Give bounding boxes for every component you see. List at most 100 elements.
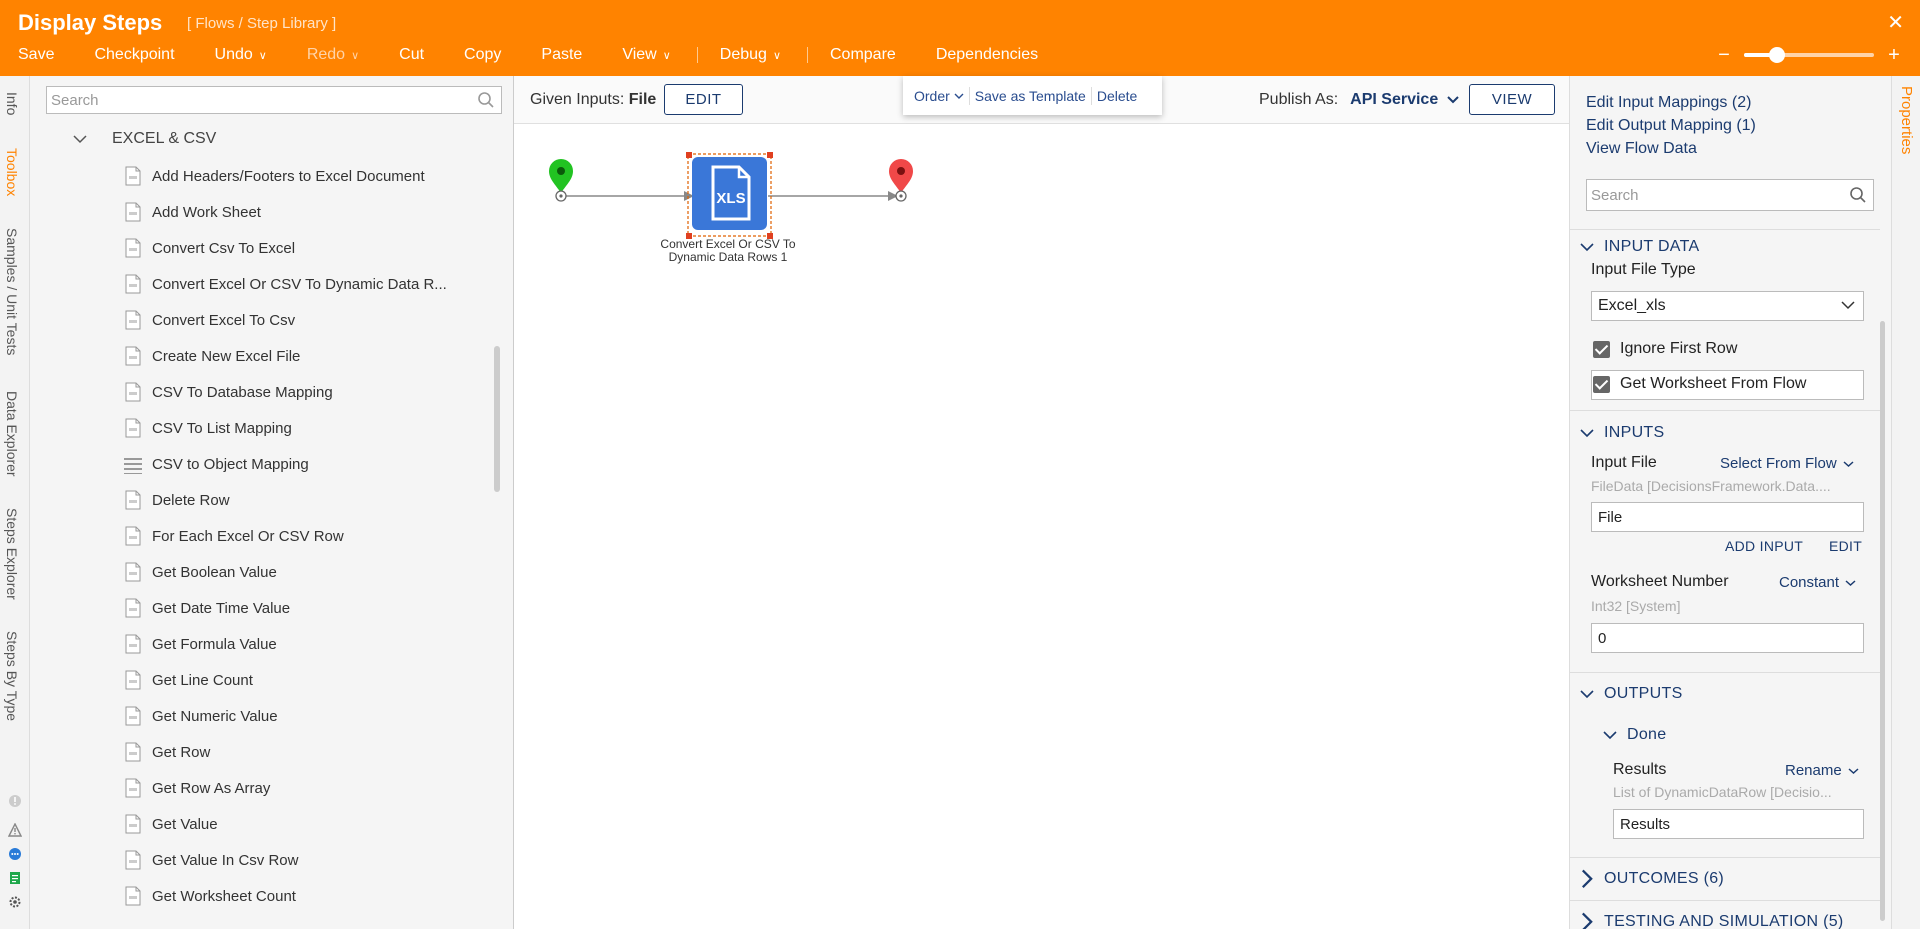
outcomes-header[interactable]: OUTCOMES (6) [1580, 869, 1724, 889]
results-label: Results [1613, 761, 1667, 778]
worksheet-mode-dropdown[interactable]: Constant [1779, 574, 1856, 591]
excel-file-icon [125, 310, 141, 330]
step-list-item[interactable]: Get Row As Array [124, 770, 504, 806]
debug-menu[interactable]: Debug ∨ [720, 46, 781, 64]
chat-icon[interactable] [8, 847, 22, 861]
save-button[interactable]: Save [18, 46, 54, 64]
get-worksheet-label: Get Worksheet From Flow [1620, 375, 1807, 392]
settings-icon[interactable] [8, 895, 22, 909]
tab-steps-by-type[interactable]: Steps By Type [4, 631, 20, 721]
ignore-first-row-checkbox[interactable]: Ignore First Row [1593, 340, 1737, 358]
dependencies-button[interactable]: Dependencies [936, 46, 1038, 64]
warning-icon[interactable] [8, 823, 22, 837]
zoom-slider[interactable] [1744, 47, 1874, 63]
step-list-item[interactable]: Get Boolean Value [124, 554, 504, 590]
compare-button[interactable]: Compare [830, 46, 896, 64]
step-list-item[interactable]: Get Formula Value [124, 626, 504, 662]
edit-input-mappings-link[interactable]: Edit Input Mappings (2) [1586, 94, 1751, 112]
tab-samples-unit-tests[interactable]: Samples / Unit Tests [4, 228, 20, 355]
publish-dropdown[interactable]: API Service [1350, 91, 1460, 109]
step-label: Get Value [152, 815, 218, 833]
view-flow-data-link[interactable]: View Flow Data [1586, 140, 1697, 158]
zoom-slider-handle[interactable] [1768, 47, 1785, 63]
tab-steps-explorer[interactable]: Steps Explorer [4, 508, 20, 600]
excel-file-icon [125, 706, 141, 726]
properties-scrollbar[interactable] [1880, 321, 1885, 921]
properties-search-input[interactable] [1587, 180, 1873, 210]
zoom-out-icon[interactable]: − [1714, 44, 1734, 67]
get-worksheet-checkbox[interactable]: Get Worksheet From Flow [1593, 375, 1806, 393]
app-header: Display Steps [ Flows / Step Library ] ✕… [0, 0, 1920, 76]
delete-button[interactable]: Delete [1097, 88, 1137, 104]
step-list-item[interactable]: Get Date Time Value [124, 590, 504, 626]
step-list-item[interactable]: CSV to Object Mapping [124, 446, 504, 482]
step-list-item[interactable]: Get Value In Csv Row [124, 842, 504, 878]
view-menu[interactable]: View ∨ [622, 46, 670, 64]
add-input-link[interactable]: ADD INPUT [1725, 538, 1803, 554]
step-list-item[interactable]: Add Work Sheet [124, 194, 504, 230]
tab-toolbox[interactable]: Toolbox [4, 148, 20, 196]
results-name-field[interactable]: Results [1613, 809, 1864, 839]
step-list-item[interactable]: Get Worksheet Count [124, 878, 504, 914]
tab-properties[interactable]: Properties [1898, 86, 1915, 154]
step-label: Convert Excel To Csv [152, 311, 296, 329]
input-file-type-select[interactable]: Excel_xls [1591, 291, 1864, 321]
cut-button[interactable]: Cut [399, 46, 424, 64]
input-data-header[interactable]: INPUT DATA [1580, 238, 1699, 256]
edit-input-link[interactable]: EDIT [1829, 538, 1862, 554]
step-node-label[interactable]: Convert Excel Or CSV To Dynamic Data Row… [645, 238, 811, 264]
excel-file-icon [125, 562, 141, 582]
copy-button[interactable]: Copy [464, 46, 501, 64]
zoom-in-icon[interactable]: + [1884, 44, 1904, 67]
undo-button[interactable]: Undo ∨ [215, 46, 267, 64]
done-outcome-header[interactable]: Done [1603, 726, 1666, 744]
worksheet-number-label: Worksheet Number [1591, 573, 1729, 590]
category-excel-csv[interactable]: EXCEL & CSV [72, 130, 216, 148]
tab-data-explorer[interactable]: Data Explorer [4, 391, 20, 477]
document-icon[interactable] [8, 871, 22, 885]
step-node-icon-text: XLS [716, 190, 745, 207]
step-list-item[interactable]: Get Value [124, 806, 504, 842]
edit-inputs-button[interactable]: EDIT [664, 84, 743, 115]
input-file-mode-dropdown[interactable]: Select From Flow [1720, 455, 1854, 472]
step-list-item[interactable]: Get Row [124, 734, 504, 770]
close-icon[interactable]: ✕ [1887, 10, 1904, 35]
info-icon[interactable] [8, 794, 22, 808]
edit-output-mapping-link[interactable]: Edit Output Mapping (1) [1586, 117, 1756, 135]
inputs-header[interactable]: INPUTS [1580, 424, 1664, 442]
breadcrumb[interactable]: [ Flows / Step Library ] [187, 15, 336, 32]
step-list-item[interactable]: Create New Excel File [124, 338, 504, 374]
view-button[interactable]: VIEW [1469, 84, 1555, 115]
outputs-header[interactable]: OUTPUTS [1580, 685, 1683, 703]
search-icon [478, 92, 494, 108]
step-list-item[interactable]: Convert Excel To Csv [124, 302, 504, 338]
checkpoint-button[interactable]: Checkpoint [94, 46, 174, 64]
step-list-item[interactable]: Convert Csv To Excel [124, 230, 504, 266]
toolbox-search-input[interactable] [47, 87, 501, 113]
flow-canvas[interactable]: Given Inputs: File EDIT Publish As: API … [514, 76, 1569, 929]
step-list-item[interactable]: Convert Excel Or CSV To Dynamic Data R..… [124, 266, 504, 302]
step-list-item[interactable]: Get Line Count [124, 662, 504, 698]
step-list-item[interactable]: Add Headers/Footers to Excel Document [124, 158, 504, 194]
order-menu[interactable]: Order [914, 88, 964, 104]
step-list-item[interactable]: CSV To Database Mapping [124, 374, 504, 410]
testing-header[interactable]: TESTING AND SIMULATION (5) [1580, 912, 1844, 929]
worksheet-number-field[interactable]: 0 [1591, 623, 1864, 653]
toolbox-search[interactable] [46, 86, 502, 114]
step-list-item[interactable]: For Each Excel Or CSV Row [124, 518, 504, 554]
paste-button[interactable]: Paste [541, 46, 582, 64]
step-label: Get Worksheet Count [152, 887, 296, 905]
toolbox-scrollbar[interactable] [494, 346, 500, 492]
results-mode-dropdown[interactable]: Rename [1785, 762, 1859, 779]
input-file-label: Input File [1591, 454, 1657, 471]
step-list-item[interactable]: CSV To List Mapping [124, 410, 504, 446]
step-list-item[interactable]: Get Numeric Value [124, 698, 504, 734]
properties-search[interactable] [1586, 179, 1874, 211]
input-file-field[interactable]: File [1591, 502, 1864, 532]
tab-info[interactable]: Info [4, 92, 20, 115]
redo-button[interactable]: Redo ∨ [307, 46, 359, 64]
step-context-menu: Order Save as Template Delete [903, 76, 1162, 115]
save-as-template-button[interactable]: Save as Template [975, 88, 1086, 104]
input-data-title: INPUT DATA [1604, 238, 1700, 255]
step-list-item[interactable]: Delete Row [124, 482, 504, 518]
